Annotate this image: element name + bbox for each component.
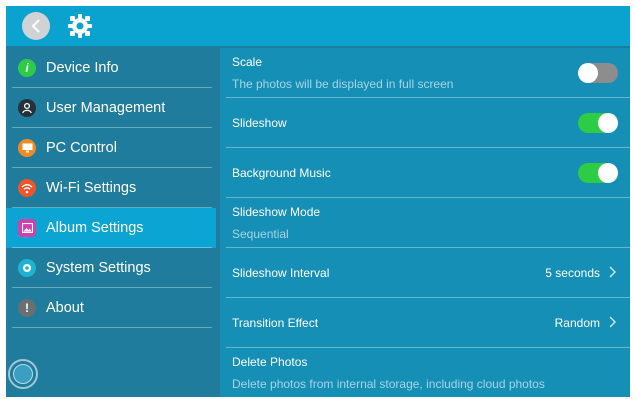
sidebar-item-label: System Settings [46,260,151,276]
top-bar [6,6,630,46]
image-icon [18,219,36,237]
sidebar-item-about[interactable]: ! About [6,288,216,328]
sidebar-item-label: Album Settings [46,220,144,236]
toggle-knob [578,63,598,83]
setting-subtitle: Delete photos from internal storage, inc… [232,377,545,391]
sidebar-item-label: User Management [46,100,166,116]
app-window: i Device Info User Management PC Control… [6,6,630,397]
album-settings-panel: Scale The photos will be displayed in fu… [220,48,630,397]
setting-subtitle: Sequential [232,227,289,241]
sidebar-item-pc-control[interactable]: PC Control [6,128,216,168]
sidebar-item-user-management[interactable]: User Management [6,88,216,128]
setting-scale[interactable]: Scale The photos will be displayed in fu… [220,48,630,98]
wifi-icon [18,179,36,197]
home-button[interactable] [8,359,38,389]
setting-title: Delete Photos [232,355,308,369]
setting-subtitle: The photos will be displayed in full scr… [232,77,454,91]
chevron-right-icon [609,266,616,278]
setting-delete-photos[interactable]: Delete Photos Delete photos from interna… [220,348,630,397]
sidebar-item-label: PC Control [46,140,117,156]
setting-background-music[interactable]: Background Music [220,148,630,198]
sidebar-item-system-settings[interactable]: System Settings [6,248,216,288]
sidebar-item-album-settings[interactable]: Album Settings [6,208,216,248]
setting-value: Random [554,316,600,330]
gear-icon [68,14,92,38]
chevron-left-icon [31,19,40,33]
sidebar-item-label: About [46,300,84,316]
setting-title: Slideshow [232,116,287,130]
toggle-knob [598,113,618,133]
setting-slideshow-mode[interactable]: Slideshow Mode Sequential [220,198,630,248]
home-circle-icon [13,364,33,384]
setting-title: Transition Effect [232,316,319,330]
settings-icon [18,259,36,277]
sidebar-item-device-info[interactable]: i Device Info [6,48,216,88]
sidebar-item-label: Device Info [46,60,119,76]
sidebar-item-wifi-settings[interactable]: Wi-Fi Settings [6,168,216,208]
sidebar-item-label: Wi-Fi Settings [46,180,137,196]
setting-title: Scale [232,55,263,69]
setting-transition-effect[interactable]: Transition Effect Random [220,298,630,348]
scale-toggle[interactable] [578,63,618,83]
setting-value: 5 seconds [545,266,600,280]
settings-button[interactable] [66,12,94,40]
setting-slideshow-interval[interactable]: Slideshow Interval 5 seconds [220,248,630,298]
monitor-icon [18,139,36,157]
sidebar: i Device Info User Management PC Control… [6,48,216,397]
setting-title: Slideshow Mode [232,205,321,219]
setting-slideshow[interactable]: Slideshow [220,98,630,148]
back-button[interactable] [22,12,50,40]
user-icon [18,99,36,117]
exclamation-icon: ! [18,299,36,317]
setting-title: Background Music [232,166,331,180]
slideshow-toggle[interactable] [578,113,618,133]
background-music-toggle[interactable] [578,163,618,183]
chevron-right-icon [609,316,616,328]
setting-title: Slideshow Interval [232,266,330,280]
toggle-knob [598,163,618,183]
info-icon: i [18,59,36,77]
